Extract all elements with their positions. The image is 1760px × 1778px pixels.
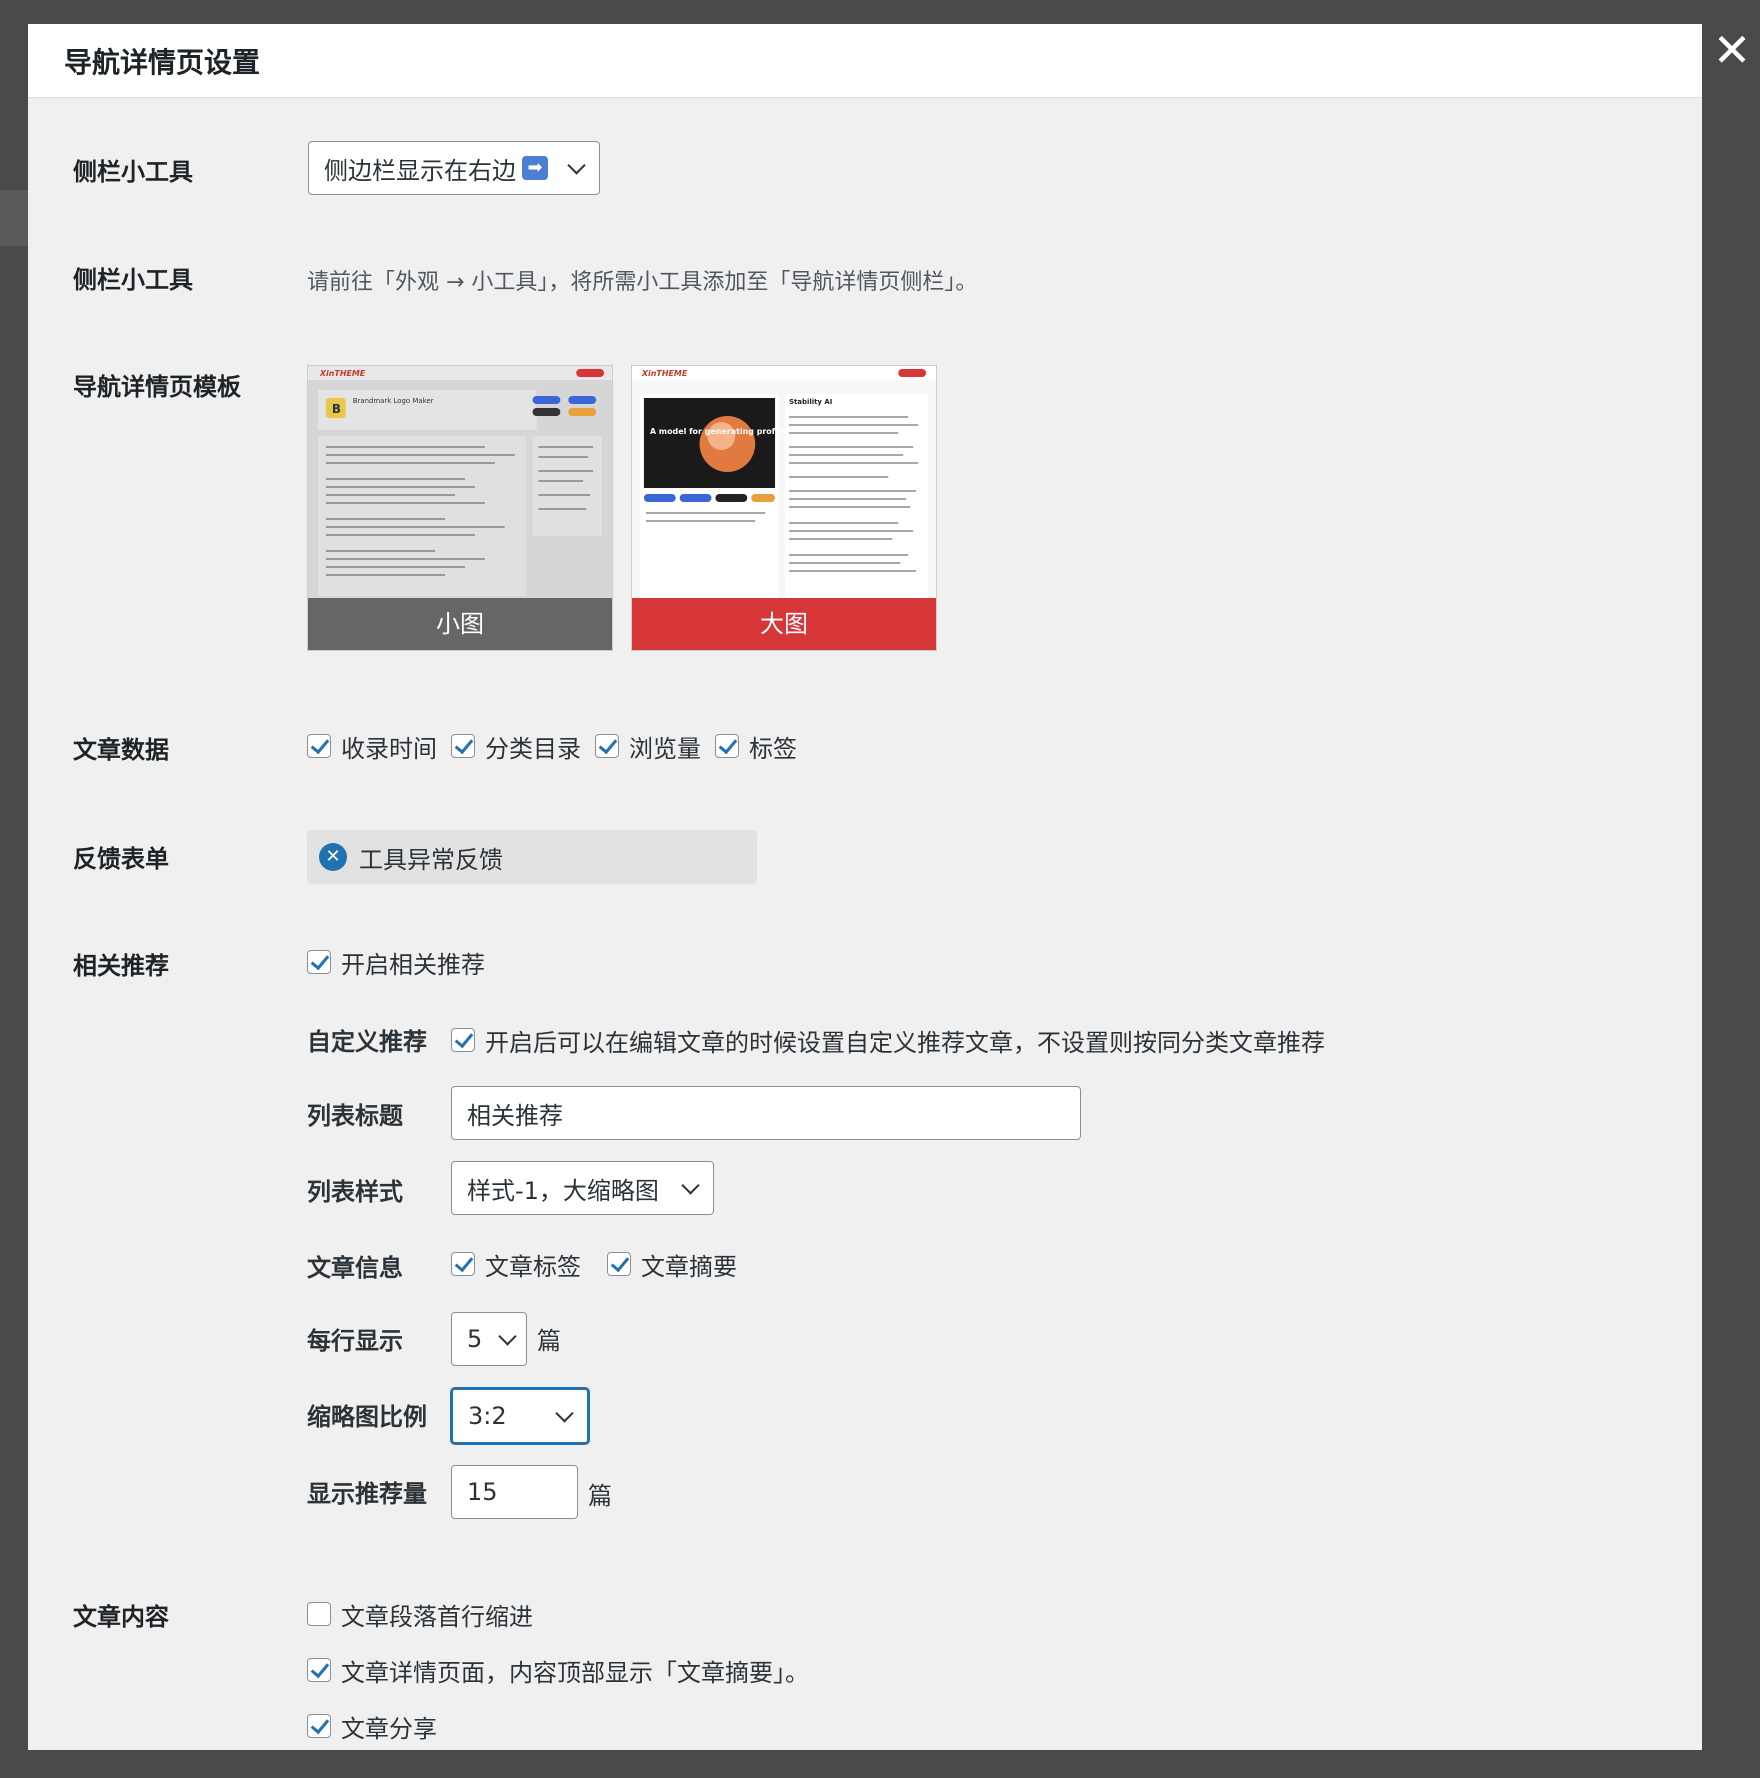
list-style-select[interactable]: 样式-1，大缩略图 [451, 1161, 714, 1215]
chevron-down-icon [555, 1404, 574, 1423]
sidebar-info-label: 侧栏小工具 [73, 266, 193, 294]
thumbnail-ratio-select[interactable]: 3:2 [451, 1388, 589, 1444]
post-data-item[interactable]: 收录时间 [307, 729, 437, 764]
sidebar-position-value: 侧边栏显示在右边 [324, 156, 516, 185]
checkbox[interactable] [307, 1602, 331, 1626]
recommend-count-value: 15 [467, 1478, 498, 1506]
template-large-thumbnail: XinTHEME A model for generating professi… [632, 366, 936, 600]
content-option[interactable]: 文章详情页面，内容顶部显示「文章摘要」。 [307, 1650, 809, 1690]
sidebar-label: 侧栏小工具 [73, 158, 193, 186]
custom-recommend[interactable]: 开启后可以在编辑文章的时候设置自定义推荐文章，不设置则按同分类文章推荐 [451, 1020, 1325, 1060]
checkbox[interactable] [307, 734, 331, 758]
post-data-label: 文章数据 [73, 736, 169, 764]
background-panel [0, 190, 30, 246]
template-option-small[interactable]: XinTHEME B Brandmark Logo Maker 小图 [307, 365, 613, 651]
thumb-small-logo: XinTHEME [319, 369, 366, 378]
checkbox-label: 文章详情页面，内容顶部显示「文章摘要」。 [341, 1658, 809, 1687]
checkbox-label: 文章分享 [341, 1714, 437, 1743]
custom-recommend-text: 开启后可以在编辑文章的时候设置自定义推荐文章，不设置则按同分类文章推荐 [485, 1028, 1325, 1057]
related-label: 相关推荐 [73, 952, 169, 980]
checkbox[interactable] [715, 734, 739, 758]
recommend-count-unit: 篇 [588, 1482, 612, 1510]
thumb-small-title: Brandmark Logo Maker [353, 397, 434, 405]
post-data-item[interactable]: 浏览量 [595, 729, 701, 764]
sidebar-info-text: 请前往「外观 → 小工具」，将所需小工具添加至「导航详情页侧栏」。 [307, 270, 978, 295]
checkbox[interactable] [595, 734, 619, 758]
post-data-item[interactable]: 分类目录 [451, 729, 581, 764]
list-title-label: 列表标题 [307, 1102, 403, 1130]
checkbox-label: 浏览量 [629, 734, 701, 763]
modal-header: 导航详情页设置 [28, 24, 1702, 98]
per-row-value: 5 [467, 1325, 483, 1353]
thumb-small-badge: B [332, 402, 341, 416]
checkbox[interactable] [307, 1714, 331, 1738]
content-label: 文章内容 [73, 1603, 169, 1631]
checkbox-label: 分类目录 [485, 734, 581, 763]
chevron-down-icon [681, 1176, 700, 1195]
template-large-label: 大图 [632, 598, 936, 650]
arrow-right-icon: ➡ [522, 156, 548, 180]
list-style-label: 列表样式 [307, 1178, 403, 1206]
list-title-input[interactable]: 相关推荐 [451, 1086, 1081, 1140]
checkbox-label: 文章段落首行缩进 [341, 1602, 533, 1631]
checkbox[interactable] [451, 734, 475, 758]
post-data-options: 收录时间 分类目录 浏览量 标签 [307, 726, 811, 766]
template-small-thumbnail: XinTHEME B Brandmark Logo Maker [308, 366, 612, 600]
checkbox-label: 文章摘要 [641, 1252, 737, 1281]
chevron-down-icon [498, 1327, 517, 1346]
thumb-large-title: Stability AI [789, 398, 832, 406]
list-style-value: 样式-1，大缩略图 [467, 1176, 659, 1205]
checkbox[interactable] [307, 1658, 331, 1682]
post-info-item[interactable]: 文章摘要 [607, 1247, 737, 1282]
ratio-value: 3:2 [468, 1402, 507, 1430]
feedback-form-value: 工具异常反馈 [359, 845, 503, 874]
custom-recommend-label: 自定义推荐 [307, 1028, 427, 1056]
post-info-options: 文章标签 文章摘要 [451, 1244, 751, 1284]
remove-icon[interactable]: ✕ [319, 843, 347, 871]
per-row-label: 每行显示 [307, 1327, 403, 1355]
per-row-select[interactable]: 5 [451, 1312, 527, 1366]
related-enable[interactable]: 开启相关推荐 [307, 942, 485, 982]
modal-title: 导航详情页设置 [64, 45, 261, 79]
checkbox[interactable] [451, 1252, 475, 1276]
settings-modal: 导航详情页设置 侧栏小工具 侧边栏显示在右边 ➡ 侧栏小工具 请前往「外观 → … [28, 24, 1702, 1750]
recommend-count-input[interactable]: 15 [451, 1465, 578, 1519]
post-info-item[interactable]: 文章标签 [451, 1247, 581, 1282]
post-info-label: 文章信息 [307, 1254, 403, 1282]
content-option[interactable]: 文章分享 [307, 1706, 437, 1746]
checkbox-label: 标签 [749, 734, 797, 763]
template-small-label: 小图 [308, 598, 612, 650]
related-enable-label: 开启相关推荐 [341, 950, 485, 979]
per-row-unit: 篇 [537, 1327, 561, 1355]
template-label: 导航详情页模板 [73, 373, 241, 401]
thumb-large-logo: XinTHEME [641, 369, 688, 378]
list-title-value: 相关推荐 [467, 1101, 563, 1130]
checkbox-label: 收录时间 [341, 734, 437, 763]
content-option[interactable]: 文章段落首行缩进 [307, 1594, 533, 1634]
checkbox[interactable] [307, 950, 331, 974]
chevron-down-icon [567, 156, 586, 175]
recommend-count-label: 显示推荐量 [307, 1480, 427, 1508]
checkbox-label: 文章标签 [485, 1252, 581, 1281]
template-option-large[interactable]: XinTHEME A model for generating professi… [631, 365, 937, 651]
ratio-label: 缩略图比例 [307, 1403, 427, 1431]
close-icon[interactable]: ✕ [1712, 24, 1752, 76]
feedback-label: 反馈表单 [73, 845, 169, 873]
feedback-form-tag[interactable]: ✕ 工具异常反馈 [307, 830, 757, 884]
checkbox[interactable] [451, 1028, 475, 1052]
checkbox[interactable] [607, 1252, 631, 1276]
post-data-item[interactable]: 标签 [715, 729, 797, 764]
sidebar-position-select[interactable]: 侧边栏显示在右边 ➡ [308, 141, 600, 195]
